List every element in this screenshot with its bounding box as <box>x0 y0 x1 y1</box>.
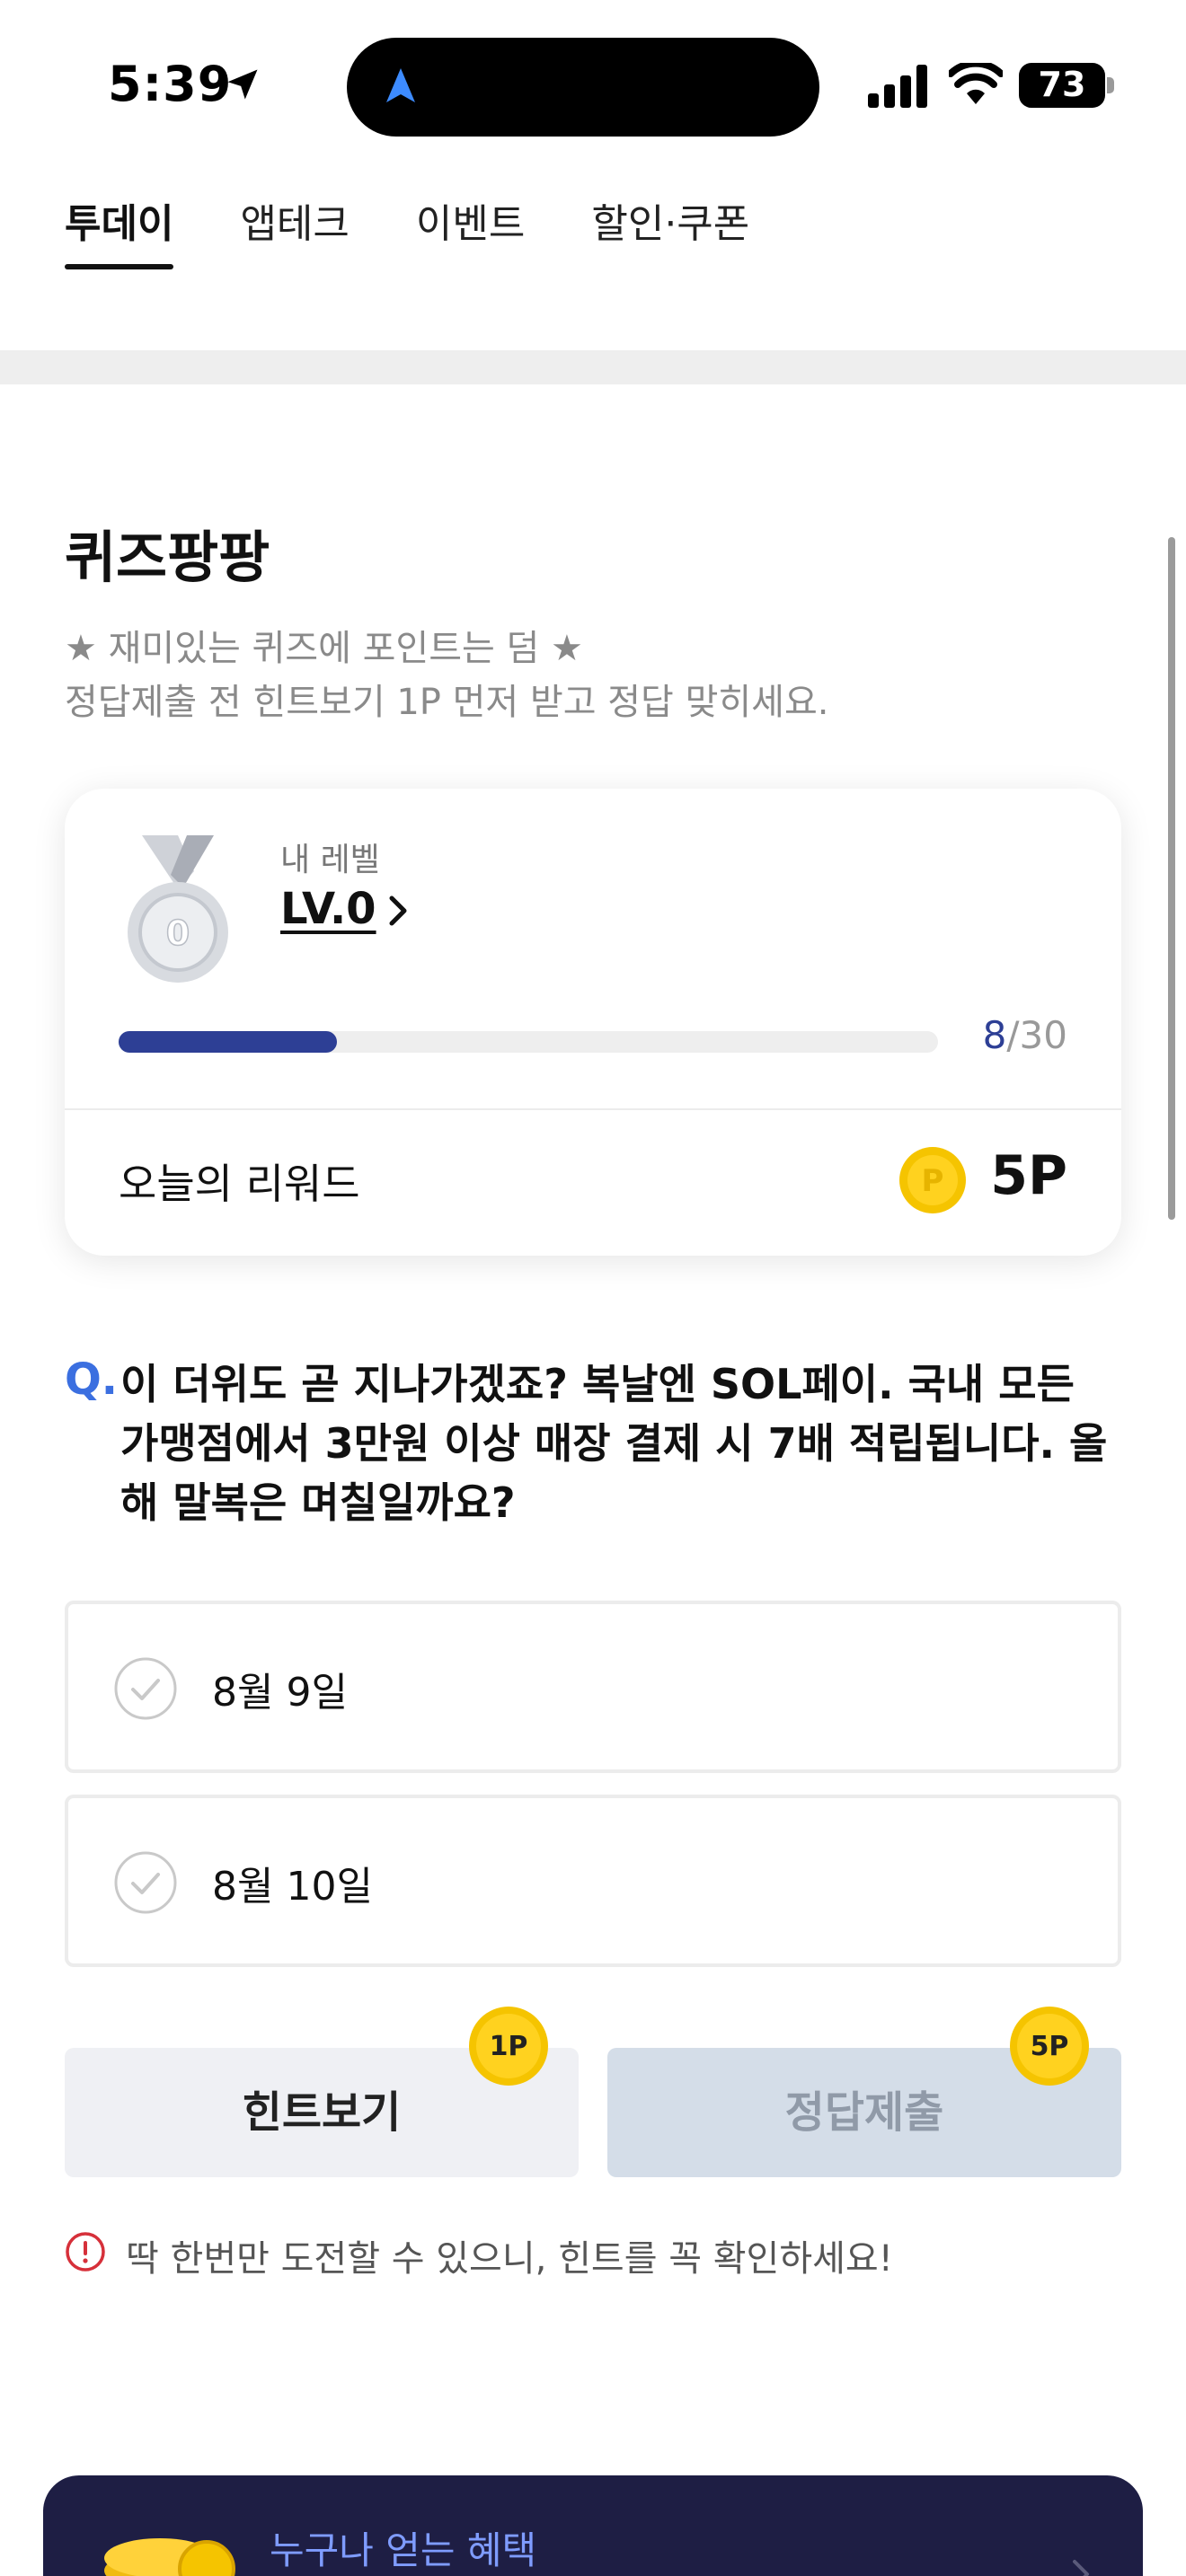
chevron-right-icon[interactable] <box>385 893 412 929</box>
card-divider <box>65 1108 1121 1110</box>
answer-option-1[interactable]: 8월 9일 <box>65 1601 1121 1773</box>
description-line-1: ★ 재미있는 퀴즈에 포인트는 덤 ★ <box>65 628 583 669</box>
chevron-right-icon <box>1073 2560 1089 2576</box>
section-divider <box>0 350 1186 384</box>
check-circle-icon <box>114 1851 177 1914</box>
reward-label: 오늘의 리워드 <box>119 1160 360 1208</box>
tab-today[interactable]: 투데이 <box>65 189 174 278</box>
coin-symbol: P <box>922 1163 944 1199</box>
medal-number: 0 <box>166 913 190 953</box>
svg-text:1P: 1P <box>490 2031 528 2062</box>
page-title: 퀴즈팡팡 <box>65 525 270 590</box>
battery-level: 73 <box>1038 65 1086 104</box>
silver-medal-icon: 0 <box>128 835 228 983</box>
tab-apptech[interactable]: 앱테크 <box>240 189 349 278</box>
question-marker: Q. <box>65 1354 119 1405</box>
reward-value: 5P <box>990 1144 1067 1207</box>
question-text: 이 더위도 곧 지나가겠죠? 복날엔 SOL페이. 국내 모든 가맹점에서 3만… <box>120 1360 1108 1527</box>
dynamic-island <box>347 38 819 137</box>
location-arrow-icon <box>227 69 258 100</box>
answer-option-label: 8월 10일 <box>212 1864 373 1910</box>
progress-total: /30 <box>1006 1013 1067 1057</box>
description-line-2: 정답제출 전 힌트보기 1P 먼저 받고 정답 맞히세요. <box>65 682 829 723</box>
level-card: 0 내 레벨 LV.0 8/30 오늘의 리워드 P 5P <box>65 789 1121 1256</box>
level-progress-fill <box>119 1031 338 1053</box>
tab-event[interactable]: 이벤트 <box>416 189 525 278</box>
hint-point-badge: 1P <box>469 2007 548 2086</box>
level-caption: 내 레벨 <box>280 842 380 878</box>
status-time: 5:39 <box>108 56 233 112</box>
warning-text: 딱 한번만 도전할 수 있으니, 힌트를 꼭 확인하세요! <box>126 2238 893 2280</box>
point-coin-icon: P <box>899 1147 966 1213</box>
tab-discount-coupon[interactable]: 할인·쿠폰 <box>591 189 749 278</box>
scrollbar[interactable] <box>1168 537 1175 1220</box>
wifi-icon <box>949 63 1003 104</box>
status-bar: 5:39 73 <box>0 0 1186 171</box>
answer-option-label: 8월 9일 <box>212 1670 348 1716</box>
warning-icon <box>66 2232 105 2272</box>
top-tabs: 투데이 앱테크 이벤트 할인·쿠폰 <box>65 189 749 287</box>
battery-icon: 73 <box>1019 63 1105 108</box>
submit-point-badge: 5P <box>1010 2007 1089 2086</box>
check-circle-icon <box>114 1657 177 1720</box>
progress-current: 8 <box>982 1013 1007 1057</box>
level-progress-text: 8/30 <box>983 1013 1067 1057</box>
battery-cap <box>1107 77 1114 93</box>
svg-text:5P: 5P <box>1031 2031 1069 2062</box>
quiz-description: ★ 재미있는 퀴즈에 포인트는 덤 ★ 정답제출 전 힌트보기 1P 먼저 받고… <box>65 622 829 729</box>
answer-option-2[interactable]: 8월 10일 <box>65 1795 1121 1967</box>
level-value-link[interactable]: LV.0 <box>280 884 376 934</box>
coins-icon <box>104 2538 235 2576</box>
level-progress-bar <box>119 1031 938 1053</box>
banner-text: 누구나 얻는 혜택 <box>270 2528 537 2572</box>
navigation-icon <box>386 68 415 102</box>
benefit-banner[interactable]: 누구나 얻는 혜택 <box>43 2475 1143 2576</box>
cellular-signal-icon <box>868 65 927 108</box>
